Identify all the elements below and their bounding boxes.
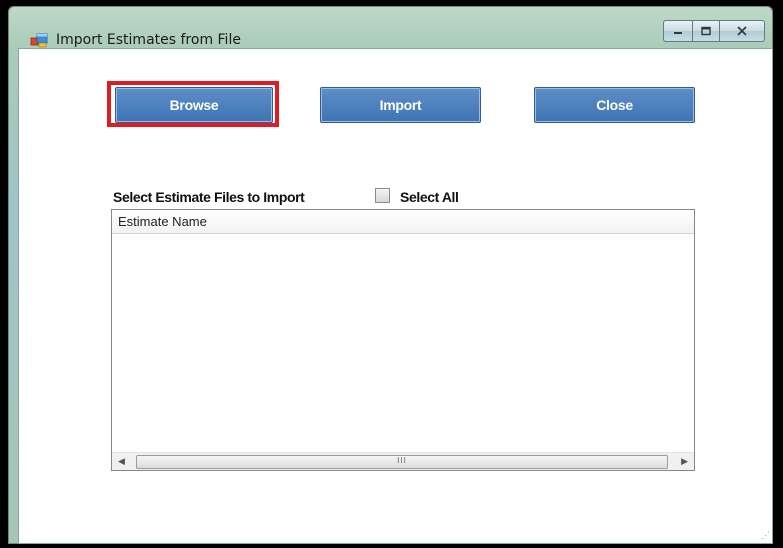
browse-button[interactable]: Browse (115, 87, 273, 123)
title-bar[interactable]: Import Estimates from File (8, 6, 773, 50)
select-files-label: Select Estimate Files to Import (113, 189, 305, 205)
estimate-files-list[interactable]: Estimate Name ◀ III ▶ (111, 209, 695, 471)
select-all-label[interactable]: Select All (400, 189, 459, 205)
column-header-estimate-name[interactable]: Estimate Name (118, 214, 207, 229)
scroll-grip-marks: III (397, 456, 407, 465)
import-button[interactable]: Import (320, 87, 481, 123)
minimize-button[interactable] (663, 20, 693, 42)
minimize-icon (674, 32, 682, 34)
horizontal-scrollbar[interactable]: ◀ III ▶ (112, 452, 694, 470)
maximize-icon (701, 26, 711, 36)
dialog-window: Import Estimates from File Browse Import… (8, 6, 773, 544)
window-controls (663, 20, 765, 42)
close-button[interactable]: Close (534, 87, 695, 123)
window-title: Import Estimates from File (56, 32, 241, 48)
close-icon (737, 26, 747, 36)
chevron-left-icon[interactable]: ◀ (118, 456, 125, 467)
maximize-button[interactable] (693, 20, 720, 42)
close-window-button[interactable] (720, 20, 765, 42)
resize-grip-icon[interactable]: ⋰ (761, 530, 770, 541)
scrollbar-thumb[interactable]: III (136, 455, 668, 469)
dialog-client-area: Browse Import Close Select Estimate File… (18, 48, 773, 544)
app-window-icon (30, 33, 48, 48)
chevron-right-icon[interactable]: ▶ (681, 456, 688, 467)
select-all-checkbox[interactable] (375, 188, 390, 203)
list-header: Estimate Name (112, 210, 694, 234)
